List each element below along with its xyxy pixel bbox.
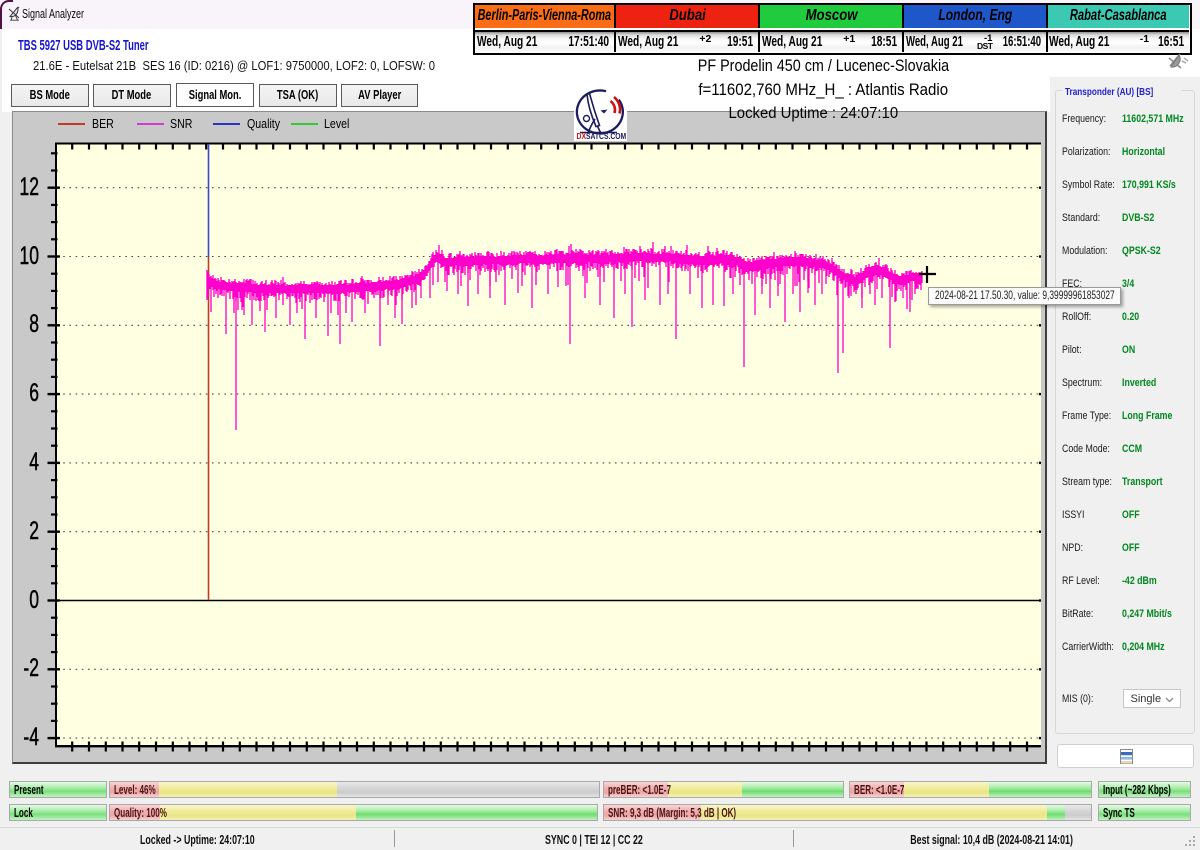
svg-text:DXSATCS.COM: DXSATCS.COM: [577, 131, 627, 141]
